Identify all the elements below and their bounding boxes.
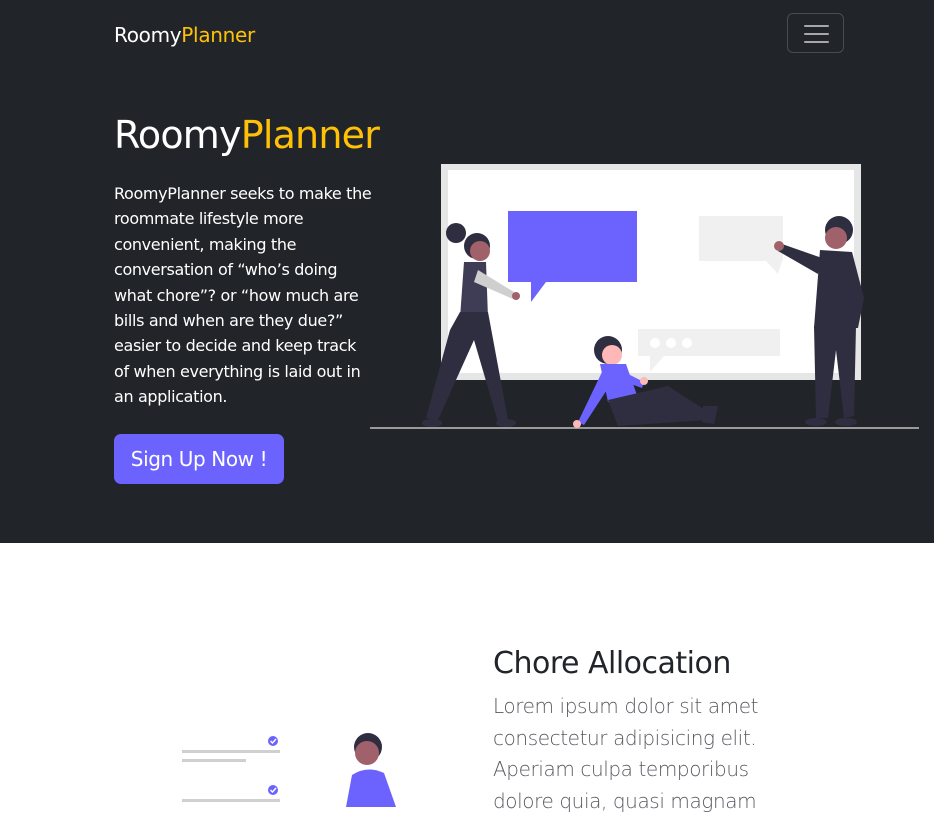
navbar-toggler-button[interactable] — [787, 13, 844, 53]
hero-section: RoomyPlanner RoomyPlanner RoomyPlanner s… — [0, 0, 934, 543]
navbar-brand[interactable]: RoomyPlanner — [114, 21, 255, 49]
hamburger-menu-icon — [804, 25, 829, 43]
hero-title-roomy: Roomy — [114, 113, 242, 157]
chore-allocation-title: Chore Allocation — [493, 646, 731, 681]
sign-up-button[interactable]: Sign Up Now ! — [114, 434, 284, 484]
person-checklist-illustration — [182, 733, 396, 807]
brand-text-roomy: Roomy — [114, 23, 182, 47]
people-presentation-illustration — [370, 164, 919, 429]
hero-title: RoomyPlanner — [114, 112, 380, 158]
hero-title-planner: Planner — [240, 113, 380, 157]
chore-allocation-text: Lorem ipsum dolor sit amet consectetur a… — [493, 694, 759, 813]
hero-description: RoomyPlanner seeks to make the roommate … — [114, 184, 372, 407]
navbar: RoomyPlanner — [0, 0, 934, 70]
brand-text-planner: Planner — [181, 23, 255, 47]
